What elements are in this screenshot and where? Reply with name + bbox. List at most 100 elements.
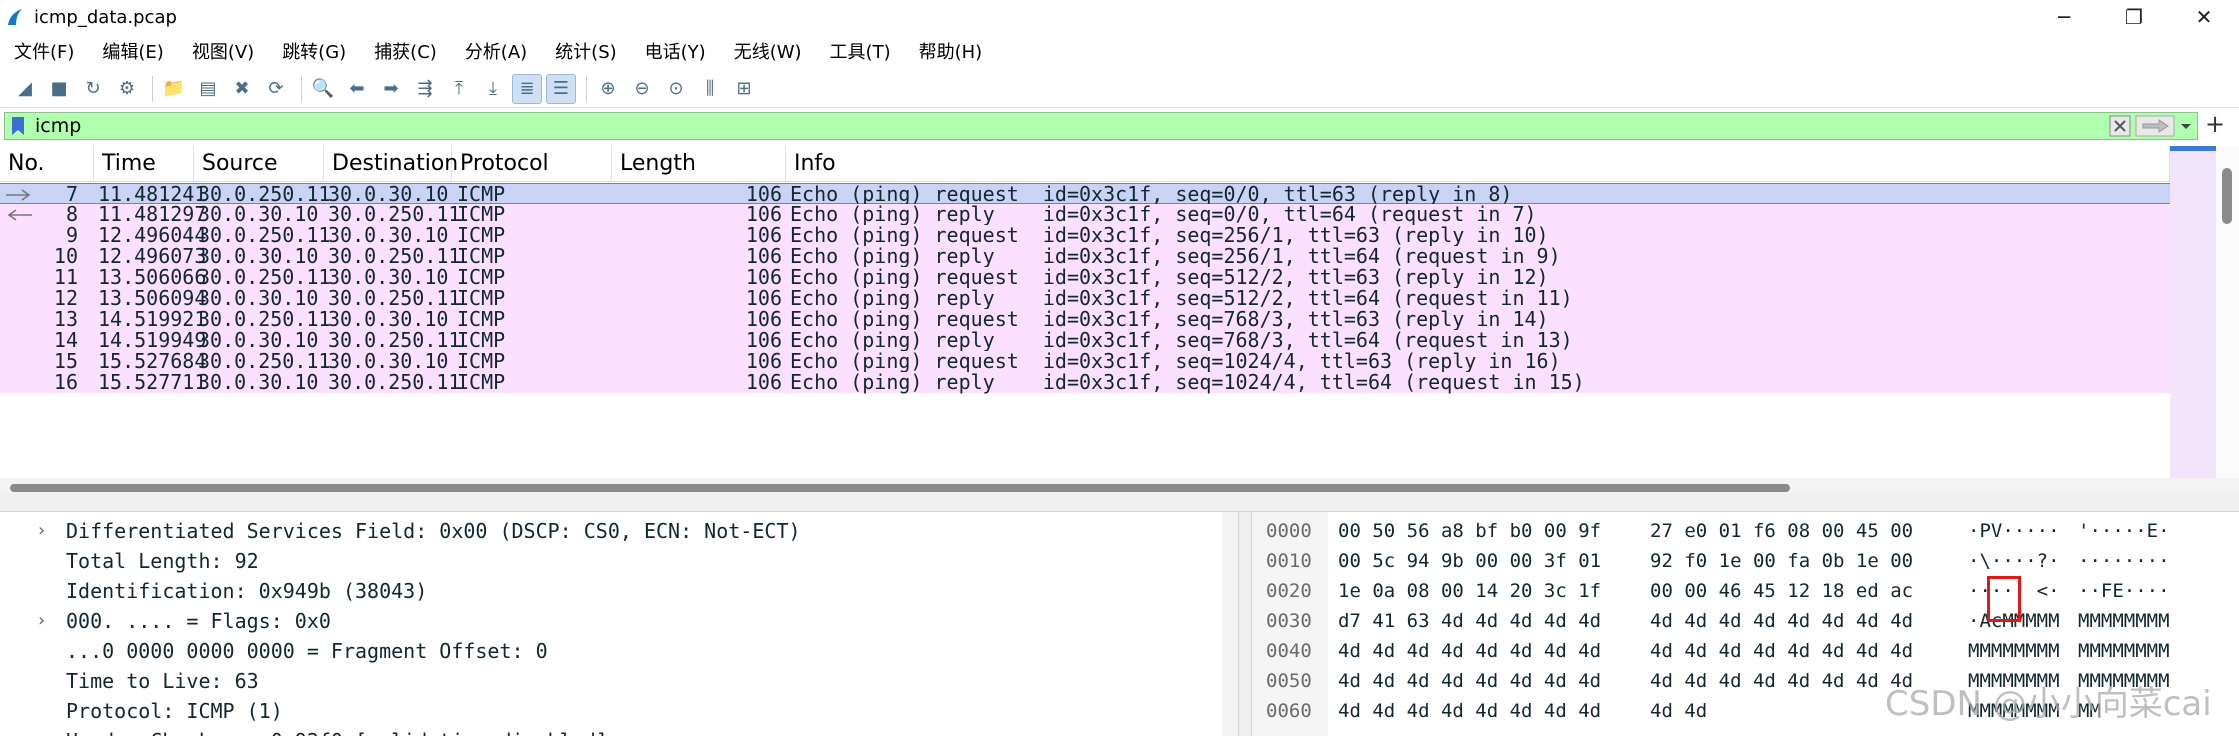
minimize-button[interactable]: ─: [2029, 0, 2099, 34]
bytes-ascii-left[interactable]: ·PV·····: [1968, 516, 2060, 546]
detail-row[interactable]: Header Checksum: 0x92f0 [validation disa…: [0, 726, 1238, 736]
stop-capture-icon[interactable]: ■: [44, 74, 74, 104]
packet-row[interactable]: 15 15.527684 30.0.250.11 30.0.30.10 ICMP 106 E…: [0, 351, 2170, 372]
bytes-hex-right[interactable]: 00 00 46 45 12 18 ed ac: [1650, 576, 1913, 606]
colorize-icon[interactable]: ☰: [546, 73, 576, 104]
column-header-protocol[interactable]: Protocol: [452, 146, 612, 182]
menu-item-8[interactable]: 无线(W): [720, 38, 816, 64]
bytes-hex-right[interactable]: 4d 4d 4d 4d 4d 4d 4d 4d: [1650, 636, 1913, 666]
start-capture-icon[interactable]: ◢: [10, 74, 40, 104]
menu-item-4[interactable]: 捕获(C): [360, 38, 451, 64]
detail-row[interactable]: Identification: 0x949b (38043): [0, 576, 1238, 606]
bytes-hex-left[interactable]: d7 41 63 4d 4d 4d 4d 4d: [1338, 606, 1601, 636]
zoom-in-icon[interactable]: ⊕: [593, 74, 623, 104]
bookmark-icon[interactable]: [9, 114, 27, 138]
column-header-no[interactable]: No.: [0, 146, 94, 182]
bytes-row[interactable]: 0010 00 5c 94 9b 00 00 3f 01 92 f0 1e 00 f…: [1252, 546, 2239, 576]
layout-icon[interactable]: ⊞: [729, 74, 759, 104]
menu-item-9[interactable]: 工具(T): [816, 38, 905, 64]
save-file-icon[interactable]: ▤: [193, 74, 223, 104]
detail-row[interactable]: › 000. .... = Flags: 0x0: [0, 606, 1238, 636]
detail-row[interactable]: Time to Live: 63: [0, 666, 1238, 696]
bytes-row[interactable]: 0040 4d 4d 4d 4d 4d 4d 4d 4d 4d 4d 4d 4d 4…: [1252, 636, 2239, 666]
packet-row[interactable]: 10 12.496073 30.0.30.10 30.0.250.11 ICMP 106 E…: [0, 246, 2170, 267]
bytes-hex-right[interactable]: 27 e0 01 f6 08 00 45 00: [1650, 516, 1913, 546]
autoscroll-icon[interactable]: ≣: [512, 73, 542, 104]
detail-row[interactable]: ...0 0000 0000 0000 = Fragment Offset: 0: [0, 636, 1238, 666]
bytes-ascii-right[interactable]: ··FE····: [2078, 576, 2170, 606]
packet-row[interactable]: 11 13.506066 30.0.250.11 30.0.30.10 ICMP 106 E…: [0, 267, 2170, 288]
bytes-ascii-right[interactable]: ········: [2078, 546, 2170, 576]
menu-item-7[interactable]: 电话(Y): [631, 38, 720, 64]
column-header-source[interactable]: Source: [194, 146, 324, 182]
bytes-ascii-right[interactable]: MMMMMMMM: [2078, 606, 2170, 636]
bytes-ascii-left[interactable]: ·\····?·: [1968, 546, 2060, 576]
chevron-right-icon[interactable]: ›: [38, 516, 45, 546]
packet-row[interactable]: 8 11.481297 30.0.30.10 30.0.250.11 ICMP 106 Ec…: [0, 204, 2170, 225]
column-header-destination[interactable]: Destination: [324, 146, 458, 182]
packet-list-hscroll-thumb[interactable]: [10, 484, 1790, 492]
go-to-packet-icon[interactable]: ⇶: [410, 74, 440, 104]
bytes-hex-right[interactable]: 4d 4d 4d 4d 4d 4d 4d 4d: [1650, 666, 1913, 696]
pane-splitter-horizontal[interactable]: [0, 494, 2239, 512]
detail-row[interactable]: Protocol: ICMP (1): [0, 696, 1238, 726]
bytes-hex-left[interactable]: 1e 0a 08 00 14 20 3c 1f: [1338, 576, 1601, 606]
chevron-down-icon[interactable]: [2179, 115, 2193, 137]
bytes-hex-left[interactable]: 4d 4d 4d 4d 4d 4d 4d 4d: [1338, 666, 1601, 696]
menu-item-6[interactable]: 统计(S): [541, 38, 630, 64]
bytes-row[interactable]: 0000 00 50 56 a8 bf b0 00 9f 27 e0 01 f6 0…: [1252, 516, 2239, 546]
packet-row[interactable]: 9 12.496044 30.0.250.11 30.0.30.10 ICMP 106 Ec…: [0, 225, 2170, 246]
apply-filter-icon[interactable]: [2135, 115, 2175, 137]
menu-item-10[interactable]: 帮助(H): [905, 38, 997, 64]
bytes-row[interactable]: 0020 1e 0a 08 00 14 20 3c 1f 00 00 46 45 1…: [1252, 576, 2239, 606]
close-button[interactable]: ✕: [2169, 0, 2239, 34]
open-file-icon[interactable]: 📁: [159, 74, 189, 104]
capture-options-icon[interactable]: ⚙: [112, 74, 142, 104]
bytes-hex-left[interactable]: 00 50 56 a8 bf b0 00 9f: [1338, 516, 1601, 546]
packet-row[interactable]: 13 14.519921 30.0.250.11 30.0.30.10 ICMP 106 E…: [0, 309, 2170, 330]
packet-row[interactable]: 12 13.506094 30.0.30.10 30.0.250.11 ICMP 106 E…: [0, 288, 2170, 309]
bytes-hex-left[interactable]: 00 5c 94 9b 00 00 3f 01: [1338, 546, 1601, 576]
packet-row[interactable]: 7 11.481241 30.0.250.11 30.0.30.10 ICMP 106 Ec…: [0, 183, 2170, 205]
bytes-hex-right[interactable]: 92 f0 1e 00 fa 0b 1e 00: [1650, 546, 1913, 576]
menu-item-3[interactable]: 跳转(G): [268, 38, 360, 64]
maximize-button[interactable]: ❐: [2099, 0, 2169, 34]
column-header-info[interactable]: Info: [786, 146, 2170, 182]
bytes-hex-right[interactable]: 4d 4d 4d 4d 4d 4d 4d 4d: [1650, 606, 1913, 636]
reload-file-icon[interactable]: ⟳: [261, 74, 291, 104]
column-header-time[interactable]: Time: [94, 146, 194, 182]
first-packet-icon[interactable]: ⤒: [444, 74, 474, 104]
packet-details-tree[interactable]: › Differentiated Services Field: 0x00 (DS…: [0, 512, 1238, 736]
bytes-row[interactable]: 0030 d7 41 63 4d 4d 4d 4d 4d 4d 4d 4d 4d 4…: [1252, 606, 2239, 636]
column-header-length[interactable]: Length: [612, 146, 786, 182]
bytes-ascii-left[interactable]: MMMMMMMM: [1968, 636, 2060, 666]
detail-row[interactable]: › Differentiated Services Field: 0x00 (DS…: [0, 516, 1238, 546]
find-packet-icon[interactable]: 🔍: [308, 74, 338, 104]
packet-list-vscroll-thumb[interactable]: [2222, 168, 2232, 224]
resize-columns-icon[interactable]: ⫼: [695, 74, 725, 104]
details-vscrollbar[interactable]: [1222, 512, 1238, 736]
zoom-out-icon[interactable]: ⊖: [627, 74, 657, 104]
packet-row[interactable]: 14 14.519949 30.0.30.10 30.0.250.11 ICMP 106 E…: [0, 330, 2170, 351]
go-back-icon[interactable]: ⬅: [342, 74, 372, 104]
display-filter-bar[interactable]: icmp: [4, 112, 2198, 140]
zoom-normal-icon[interactable]: ⊙: [661, 74, 691, 104]
pane-splitter-vertical[interactable]: [1238, 512, 1252, 736]
restart-capture-icon[interactable]: ↻: [78, 74, 108, 104]
bytes-hex-left[interactable]: 4d 4d 4d 4d 4d 4d 4d 4d: [1338, 696, 1601, 726]
chevron-right-icon[interactable]: ›: [38, 606, 45, 636]
display-filter-input[interactable]: icmp: [35, 115, 81, 137]
go-forward-icon[interactable]: ➡: [376, 74, 406, 104]
close-file-icon[interactable]: ✖: [227, 74, 257, 104]
packet-list[interactable]: No. Time Source Destination Protocol Length In…: [0, 146, 2239, 478]
clear-filter-icon[interactable]: [2109, 115, 2131, 137]
bytes-ascii-right[interactable]: '·····E·: [2078, 516, 2170, 546]
menu-item-5[interactable]: 分析(A): [451, 38, 541, 64]
detail-row[interactable]: Total Length: 92: [0, 546, 1238, 576]
last-packet-icon[interactable]: ⤓: [478, 74, 508, 104]
menu-item-2[interactable]: 视图(V): [178, 38, 268, 64]
packet-row[interactable]: 16 15.527711 30.0.30.10 30.0.250.11 ICMP 106 E…: [0, 372, 2170, 393]
menu-item-0[interactable]: 文件(F): [0, 38, 88, 64]
bytes-ascii-right[interactable]: MMMMMMMM: [2078, 636, 2170, 666]
menu-item-1[interactable]: 编辑(E): [88, 38, 177, 64]
